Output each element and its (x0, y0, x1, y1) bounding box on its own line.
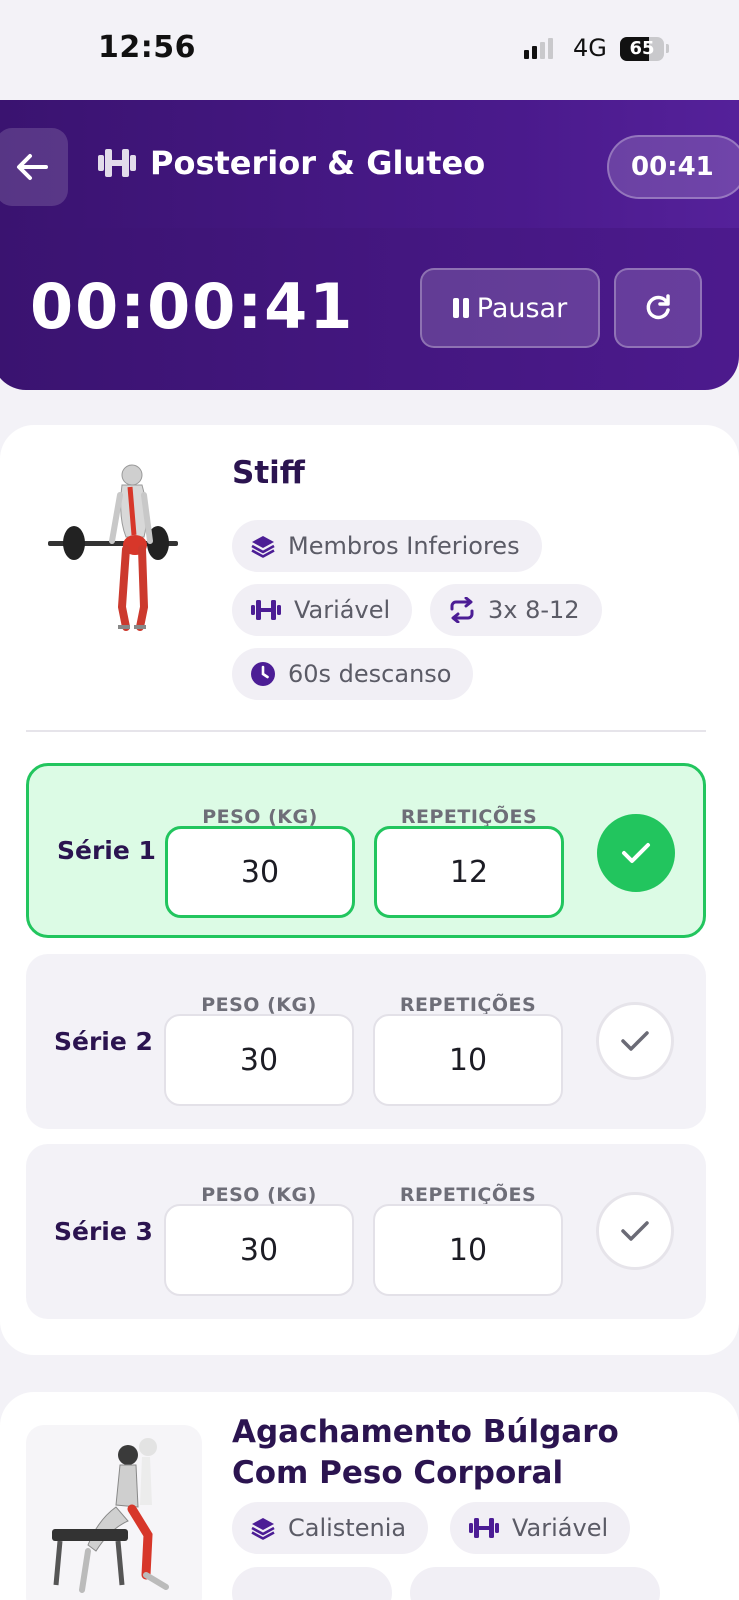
exercise-card: Agachamento Búlgaro Com Peso Corporal Ca… (0, 1392, 739, 1600)
pause-button[interactable]: Pausar (420, 268, 600, 348)
layers-icon (251, 536, 275, 558)
set-label: Série 3 (54, 1217, 153, 1246)
tag-rest (410, 1567, 660, 1600)
refresh-icon (646, 294, 670, 320)
exercise-card: Stiff Membros Inferiores Variável 3x 8-1… (0, 425, 739, 1355)
reps-input[interactable] (374, 826, 564, 918)
weight-column-label: PESO (KG) (202, 806, 318, 828)
exercise-name-line: Com Peso Corporal (232, 1455, 564, 1491)
tag-muscle-group: Membros Inferiores (232, 520, 542, 572)
exercise-name: Stiff (232, 455, 305, 491)
workout-timer: 00:00:41 (30, 270, 355, 343)
page-title: Posterior & Gluteo (150, 144, 486, 182)
reps-input[interactable] (373, 1204, 563, 1296)
exercise-name: Agachamento Búlgaro Com Peso Corporal (232, 1412, 619, 1494)
tag-equipment: Variável (450, 1502, 631, 1554)
exercise-image (26, 1425, 202, 1600)
divider (26, 730, 706, 732)
tag-rest: 60s descanso (232, 648, 474, 700)
weight-input[interactable] (164, 1014, 354, 1106)
signal-icon (524, 38, 553, 59)
pause-label: Pausar (476, 292, 568, 324)
tag-label: Variável (294, 596, 391, 624)
complete-set-button[interactable] (597, 814, 675, 892)
weight-input[interactable] (164, 1204, 354, 1296)
tag-muscle-group: Calistenia (232, 1502, 429, 1554)
weight-input[interactable] (165, 826, 355, 918)
elapsed-timer-badge: 00:41 (607, 135, 739, 199)
reps-column-label: REPETIÇÕES (399, 994, 537, 1016)
weight-column-label: PESO (KG) (201, 1184, 317, 1206)
battery-icon: 65 (620, 37, 664, 61)
reps-column-label: REPETIÇÕES (399, 1184, 537, 1206)
dumbbell-icon (469, 1518, 499, 1538)
set-label: Série 1 (57, 836, 156, 865)
layers-icon (251, 1518, 275, 1540)
tag-label: Membros Inferiores (288, 532, 520, 560)
pause-icon (452, 298, 469, 318)
workout-header: Posterior & Gluteo 00:41 (0, 100, 739, 232)
check-icon (622, 843, 650, 863)
weight-column-label: PESO (KG) (201, 994, 317, 1016)
complete-set-button[interactable] (596, 1192, 674, 1270)
tag-equipment: Variável (232, 584, 413, 636)
reps-column-label: REPETIÇÕES (400, 806, 538, 828)
dumbbell-icon (98, 149, 136, 177)
check-icon (621, 1031, 649, 1051)
set-row: Série 2 PESO (KG) REPETIÇÕES (26, 954, 706, 1129)
timer-panel: 00:00:41 Pausar (0, 228, 739, 390)
status-time: 12:56 (98, 30, 196, 65)
reps-input[interactable] (373, 1014, 563, 1106)
battery-tip (666, 44, 669, 53)
tag-label: Calistenia (288, 1514, 407, 1542)
set-row: Série 3 PESO (KG) REPETIÇÕES (26, 1144, 706, 1319)
check-icon (621, 1221, 649, 1241)
battery-level: 65 (629, 38, 655, 59)
status-bar: 12:56 4G 65 (0, 0, 739, 100)
arrow-left-icon (17, 154, 48, 180)
clock-icon (251, 662, 275, 686)
set-row: Série 1 PESO (KG) REPETIÇÕES (26, 763, 706, 938)
set-label: Série 2 (54, 1027, 153, 1056)
repeat-icon (450, 597, 474, 623)
reset-button[interactable] (614, 268, 702, 348)
back-button[interactable] (0, 128, 68, 206)
complete-set-button[interactable] (596, 1002, 674, 1080)
tag-sets-reps (232, 1567, 392, 1600)
network-type: 4G (573, 34, 607, 62)
tag-label: Variável (512, 1514, 609, 1542)
tag-label: 3x 8-12 (488, 596, 580, 624)
dumbbell-icon (251, 600, 281, 620)
exercise-name-line: Agachamento Búlgaro (232, 1414, 619, 1450)
tag-sets-reps: 3x 8-12 (430, 584, 602, 636)
exercise-image (26, 457, 202, 647)
tag-label: 60s descanso (288, 660, 452, 688)
